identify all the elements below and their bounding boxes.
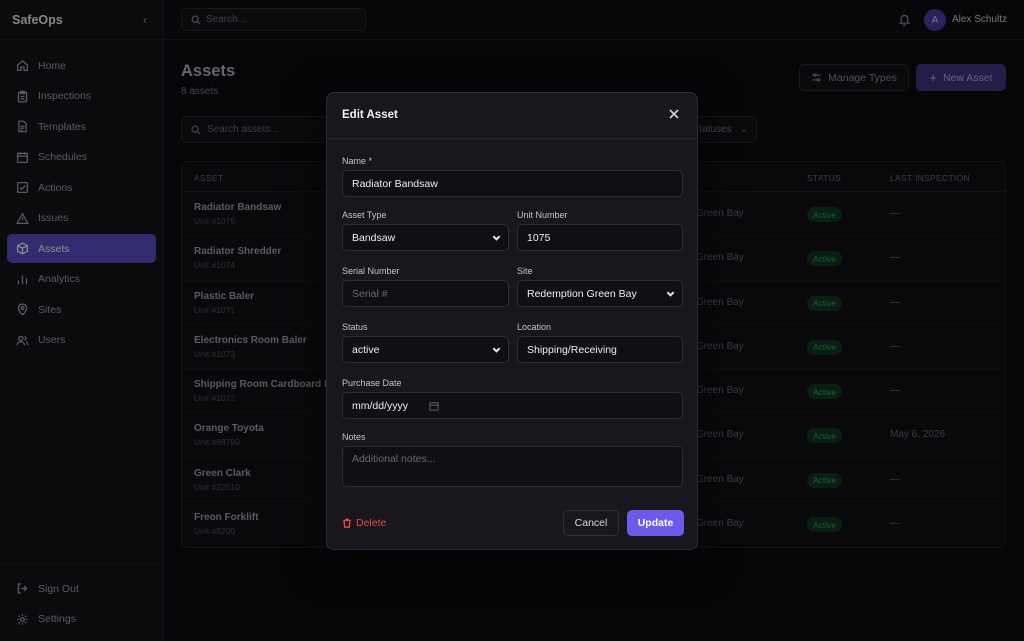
asset-type-label: Asset Type (342, 210, 387, 220)
serial-number-placeholder: Serial # (352, 287, 388, 300)
asset-type-value: Bandsaw (352, 231, 396, 244)
dialog-header: Edit Asset (327, 93, 697, 139)
site-select[interactable]: Redemption Green Bay (517, 280, 683, 307)
serial-number-input[interactable]: Serial # (342, 280, 509, 307)
delete-label: Delete (356, 517, 387, 529)
purchase-date-label: Purchase Date (342, 378, 402, 388)
chevron-down-icon (666, 289, 675, 298)
name-label: Name * (342, 156, 373, 166)
status-select[interactable]: active (342, 336, 509, 363)
site-label: Site (517, 266, 533, 276)
edit-asset-dialog: Edit Asset Name * Radiator Bandsaw Asset… (326, 92, 698, 550)
site-value: Redemption Green Bay (527, 287, 637, 300)
unit-number-input[interactable]: 1075 (517, 224, 683, 251)
location-value: Shipping/Receiving (527, 343, 617, 356)
status-label: Status (342, 322, 368, 332)
notes-label: Notes (342, 432, 366, 442)
calendar-icon[interactable] (429, 401, 439, 411)
purchase-date-input[interactable]: mm/dd/yyyy (342, 392, 683, 419)
notes-textarea[interactable]: Additional notes... (342, 446, 683, 487)
name-value: Radiator Bandsaw (352, 177, 438, 190)
dialog-title: Edit Asset (342, 109, 398, 121)
cancel-button[interactable]: Cancel (563, 510, 619, 536)
notes-placeholder: Additional notes... (352, 453, 436, 465)
asset-type-select[interactable]: Bandsaw (342, 224, 509, 251)
chevron-down-icon (492, 233, 501, 242)
purchase-date-placeholder: mm/dd/yyyy (352, 399, 409, 412)
status-value: active (352, 343, 380, 356)
unit-number-value: 1075 (527, 231, 551, 244)
location-label: Location (517, 322, 552, 332)
trash-icon (343, 518, 351, 528)
close-icon[interactable] (668, 108, 682, 122)
update-button[interactable]: Update (627, 510, 684, 536)
location-input[interactable]: Shipping/Receiving (517, 336, 683, 363)
serial-number-label: Serial Number (342, 266, 400, 276)
delete-button[interactable]: Delete (342, 517, 386, 529)
unit-number-label: Unit Number (517, 210, 568, 220)
chevron-down-icon (492, 345, 501, 354)
name-input[interactable]: Radiator Bandsaw (342, 170, 683, 197)
